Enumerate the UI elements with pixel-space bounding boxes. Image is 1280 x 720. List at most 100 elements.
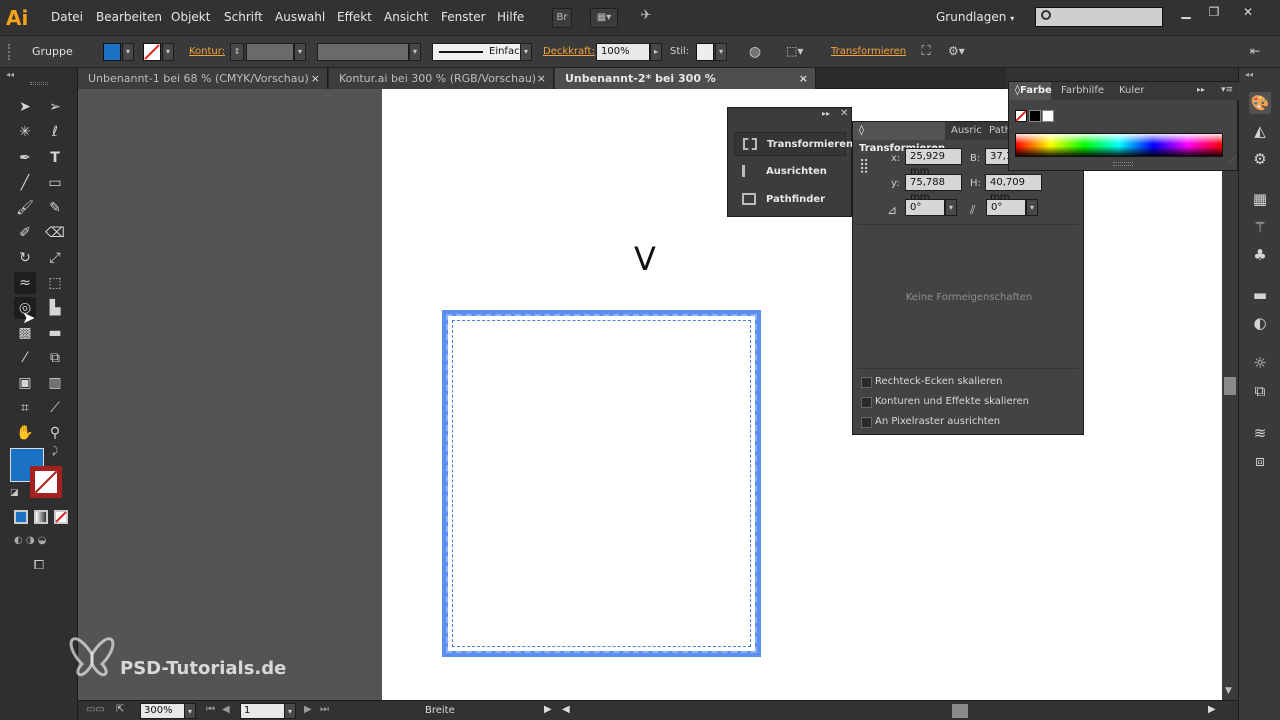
scale-corners-checkbox[interactable] — [861, 377, 872, 388]
artboard-nav-icon[interactable]: ▭▭ — [86, 704, 105, 715]
shear-field[interactable]: 0° — [986, 199, 1026, 216]
artboard-tool-icon[interactable]: ⌗ — [14, 397, 36, 419]
appearance-icon[interactable]: ☼ — [1249, 352, 1271, 374]
eraser-tool-icon[interactable]: ⌫ — [44, 222, 66, 244]
menu-objekt[interactable]: Objekt — [171, 10, 210, 24]
slice-tool-icon[interactable]: ⟋ — [44, 397, 66, 419]
variable-width-profile[interactable] — [317, 43, 409, 61]
width-tool-icon[interactable]: ≈ — [14, 272, 36, 294]
control-panel-menu-icon[interactable]: ⇤ — [1246, 44, 1264, 62]
opacity-link[interactable]: Deckkraft: — [543, 46, 595, 57]
swatches-icon[interactable]: ▦ — [1249, 188, 1271, 210]
none-swatch[interactable] — [1015, 110, 1027, 122]
brushes-icon[interactable]: ⚚ — [1249, 216, 1271, 238]
fill-dropdown[interactable]: ▾ — [122, 43, 134, 61]
none-mode-icon[interactable] — [54, 510, 68, 524]
stroke-link[interactable]: Kontur: — [189, 46, 225, 57]
swap-colors-icon[interactable]: ⤸ — [52, 446, 58, 457]
close-icon[interactable]: × — [537, 68, 546, 89]
first-artboard-icon[interactable]: ⏮ — [206, 704, 215, 715]
stroke-swatch[interactable] — [143, 43, 161, 61]
gradient-tool-icon[interactable]: ▬ — [44, 322, 66, 344]
panel-collapse-icon[interactable]: ▸▸ — [822, 109, 830, 118]
arrange-documents-button[interactable]: ▦▾ — [590, 8, 618, 28]
align-to-icon[interactable]: ⬚▾ — [786, 44, 812, 62]
symbols-icon[interactable]: ♣ — [1249, 244, 1271, 266]
opacity-field[interactable]: 100% — [596, 43, 650, 61]
align-pixel-grid-checkbox[interactable] — [861, 417, 872, 428]
collapse-arrows-icon[interactable]: ◂◂ — [6, 70, 14, 79]
rectangle-tool-icon[interactable]: ▭ — [44, 172, 66, 194]
type-tool-icon[interactable]: T — [44, 147, 66, 169]
hand-tool-icon[interactable]: ✋ — [14, 422, 36, 444]
menu-fenster[interactable]: Fenster — [441, 10, 486, 24]
white-swatch[interactable] — [1042, 110, 1054, 122]
resize-corner-icon[interactable]: ⋰ — [1229, 154, 1237, 163]
menu-effekt[interactable]: Effekt — [337, 10, 372, 24]
status-mode-label[interactable]: Breite — [425, 705, 455, 716]
style-dropdown[interactable]: ▾ — [715, 43, 727, 61]
scroll-right-icon[interactable]: ▶ — [1208, 704, 1216, 715]
menu-datei[interactable]: Datei — [51, 10, 83, 24]
close-icon[interactable]: × — [311, 68, 320, 89]
recolor-artwork-icon[interactable]: ◍ — [746, 44, 764, 62]
artboard-number-field[interactable]: 1 — [240, 703, 286, 719]
screen-mode-icon[interactable]: ⧠ — [28, 558, 50, 576]
panel-collapse-icon[interactable]: ▸▸ — [1197, 85, 1205, 94]
magic-wand-tool-icon[interactable]: ✳ — [14, 121, 36, 143]
color-mode-icon[interactable] — [14, 510, 28, 524]
default-colors-icon[interactable]: ◪ — [10, 488, 19, 498]
menu-ansicht[interactable]: Ansicht — [384, 10, 428, 24]
maximize-button[interactable]: ❐ — [1200, 3, 1228, 21]
transform-link[interactable]: Transformieren — [831, 46, 906, 57]
lasso-tool-icon[interactable]: ℓ — [44, 121, 66, 143]
selected-group[interactable] — [442, 310, 761, 657]
next-artboard-icon[interactable]: ▶ — [304, 704, 312, 715]
stroke-panel-icon[interactable]: ▬ — [1249, 284, 1271, 306]
tab-kontur[interactable]: Kontur.ai bei 300 % (RGB/Vorschau) × — [329, 68, 554, 89]
zoom-dropdown[interactable]: ▾ — [184, 703, 196, 719]
tab-ausrichten[interactable]: Ausric — [945, 122, 983, 140]
stroke-weight-stepper[interactable]: ⇕ — [230, 43, 244, 61]
selection-tool-icon[interactable]: ➤ — [14, 96, 36, 118]
artboard-dropdown[interactable]: ▾ — [284, 703, 296, 719]
gradient-mode-icon[interactable] — [34, 510, 48, 524]
fill-swatch[interactable] — [103, 43, 121, 61]
perspective-grid-tool-icon[interactable]: ▙ — [44, 297, 66, 319]
scroll-thumb[interactable] — [1224, 377, 1236, 395]
tab-farbhilfe[interactable]: Farbhilfe — [1055, 82, 1111, 100]
panel-menu-icon[interactable]: ▾≡ — [1221, 85, 1233, 95]
tab-unbenannt-2[interactable]: Unbenannt-2* bei 300 % (CMYK/Vorschau) × — [555, 68, 816, 106]
black-swatch[interactable] — [1029, 110, 1041, 122]
artboards-icon[interactable]: ⧈ — [1249, 450, 1271, 472]
color-panel-icon[interactable]: 🎨 — [1249, 92, 1271, 114]
close-icon[interactable]: × — [799, 68, 808, 89]
vertical-scrollbar[interactable]: ▼ — [1222, 89, 1238, 700]
gradient-panel-icon[interactable]: ◐ — [1249, 312, 1271, 334]
stroke-weight-field[interactable] — [246, 43, 294, 61]
scale-tool-icon[interactable]: ⤢ — [44, 247, 66, 269]
share-icon[interactable]: ⇱ — [116, 704, 124, 715]
minimize-button[interactable]: ▁ — [1172, 3, 1200, 21]
angle-field[interactable]: 0° — [905, 199, 945, 216]
tab-transformieren[interactable]: ◊ Transformieren — [853, 122, 945, 154]
status-menu-icon[interactable]: ▶ — [544, 704, 552, 715]
y-field[interactable]: 75,788 mm — [905, 174, 962, 203]
angle-dropdown[interactable]: ▾ — [945, 199, 957, 216]
layers-icon[interactable]: ≋ — [1249, 422, 1271, 444]
line-tool-icon[interactable]: ╱ — [14, 172, 36, 194]
height-field[interactable]: 40,709 mm — [985, 174, 1042, 203]
options-icon[interactable]: ⚙▾ — [948, 44, 976, 62]
menu-bearbeiten[interactable]: Bearbeiten — [96, 10, 162, 24]
stroke-color-swatch[interactable] — [30, 466, 62, 498]
blob-brush-tool-icon[interactable]: ✐ — [14, 222, 36, 244]
reference-point-icon[interactable]: ⣿ — [859, 158, 877, 176]
last-artboard-icon[interactable]: ⏭ — [320, 704, 329, 715]
menu-auswahl[interactable]: Auswahl — [275, 10, 325, 24]
close-icon[interactable]: ✕ — [840, 108, 848, 119]
prev-artboard-icon[interactable]: ◀ — [222, 704, 230, 715]
kuler-icon[interactable]: ⚙ — [1249, 148, 1271, 170]
stroke-dropdown[interactable]: ▾ — [162, 43, 174, 61]
pencil-tool-icon[interactable]: ✎ — [44, 197, 66, 219]
tab-kuler[interactable]: Kuler — [1113, 82, 1153, 100]
